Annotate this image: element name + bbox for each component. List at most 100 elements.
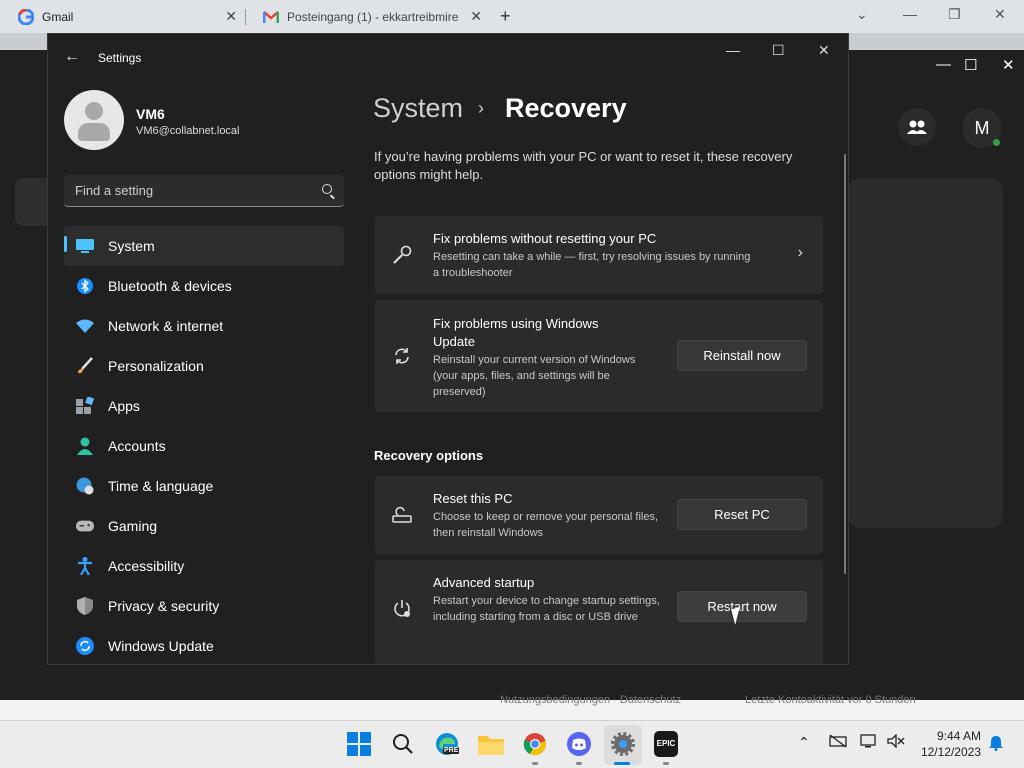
close-icon[interactable]: ✕ (994, 6, 1006, 23)
accessibility-icon (76, 557, 94, 575)
close-icon[interactable]: ✕ (225, 8, 237, 25)
chevron-right-icon[interactable]: › (798, 244, 803, 262)
clock-time[interactable]: 9:44 AM (936, 729, 981, 743)
card-description: Resetting can take a while — first, try … (433, 251, 751, 279)
edge-browser-icon[interactable]: PRE (434, 731, 460, 757)
maximize-icon[interactable]: ☐ (772, 42, 785, 59)
sidebar-item-privacy[interactable]: Privacy & security (64, 586, 344, 626)
background-panel (848, 178, 1003, 528)
sidebar-item-system[interactable]: System (64, 226, 344, 266)
chevron-up-icon[interactable]: ⌃ (798, 734, 810, 751)
sidebar-item-personalization[interactable]: Personalization (64, 346, 344, 386)
breadcrumb-separator: › (478, 98, 484, 118)
footer-links[interactable]: Nutzungsbedingungen · Datenschutz (500, 694, 681, 706)
sidebar-item-time-language[interactable]: Time & language (64, 466, 344, 506)
edge-badge: PRE (443, 747, 460, 754)
minimize-icon[interactable]: — (726, 42, 740, 58)
gmail-icon (263, 9, 279, 25)
system-icon (76, 237, 94, 255)
sidebar-item-accessibility[interactable]: Accessibility (64, 546, 344, 586)
close-icon[interactable]: ✕ (1002, 56, 1015, 74)
sidebar-item-label: Gaming (108, 518, 158, 534)
new-tab-button[interactable]: + (500, 6, 511, 27)
network-icon[interactable] (829, 734, 847, 751)
sidebar-item-label: Bluetooth & devices (108, 278, 232, 294)
avatar[interactable]: M (962, 108, 1002, 148)
display-icon[interactable] (860, 734, 878, 751)
epic-games-icon[interactable]: EPIC (654, 731, 678, 757)
browser-tab-strip: Gmail ✕ Posteingang (1) - ekkartreibmire… (0, 0, 1024, 33)
browser-tab-gmail[interactable]: Gmail ✕ (0, 0, 245, 33)
wifi-icon (76, 317, 94, 335)
sidebar-item-network[interactable]: Network & internet (64, 306, 344, 346)
search-icon[interactable] (390, 731, 416, 757)
breadcrumb-parent[interactable]: System (373, 93, 463, 124)
search-input[interactable] (64, 175, 344, 206)
chevron-down-icon[interactable]: ⌄ (856, 6, 868, 23)
avatar-letter: M (974, 117, 990, 138)
sidebar-item-label: Accessibility (108, 558, 185, 574)
card-description: Choose to keep or remove your personal f… (433, 511, 659, 539)
taskbar-indicator-discord (576, 762, 582, 765)
windows-update-repair-card: Fix problems using Windows Update Reinst… (375, 300, 823, 412)
reset-pc-button[interactable]: Reset PC (677, 499, 807, 530)
advanced-startup-icon (391, 598, 413, 620)
title-bar: ← Settings — ☐ ✕ (48, 34, 848, 82)
close-icon[interactable]: ✕ (818, 42, 830, 59)
advanced-startup-card: Advanced startup Restart your device to … (375, 560, 823, 664)
profile-email: VM6@collabnet.local (136, 125, 240, 137)
taskbar-indicator-chrome (532, 762, 538, 765)
avatar[interactable] (64, 90, 124, 150)
search-box (64, 175, 344, 207)
card-description: Reinstall your current version of Window… (433, 354, 636, 398)
reinstall-now-button[interactable]: Reinstall now (677, 340, 807, 371)
minimize-icon[interactable]: — (903, 6, 917, 22)
sidebar-item-label: Windows Update (108, 638, 214, 654)
scrollbar[interactable] (844, 154, 846, 574)
apps-icon (76, 397, 94, 415)
sidebar-item-label: System (108, 238, 155, 254)
people-icon[interactable] (898, 108, 936, 146)
settings-gear-icon[interactable] (610, 731, 636, 757)
notification-bell-icon[interactable] (988, 735, 1004, 754)
shield-icon (76, 597, 94, 615)
avatar-head (85, 102, 103, 120)
volume-muted-icon[interactable] (887, 733, 905, 751)
update-icon (76, 637, 94, 655)
card-title: Fix problems without resetting your PC (433, 231, 657, 246)
google-icon (18, 8, 34, 25)
sidebar-nav: System Bluetooth & devices Network & int… (64, 226, 344, 664)
browser-tab-posteingang[interactable]: Posteingang (1) - ekkartreibmire ✕ (245, 0, 490, 33)
minimize-icon[interactable]: — (936, 56, 951, 73)
sync-icon (391, 345, 413, 367)
accounts-icon (76, 437, 94, 455)
close-icon[interactable]: ✕ (470, 8, 482, 25)
windows-start-icon[interactable] (346, 731, 372, 757)
card-title: Fix problems using Windows Update (433, 316, 599, 349)
sidebar-item-label: Apps (108, 398, 140, 414)
back-arrow-icon[interactable]: ← (64, 48, 80, 66)
sidebar-item-gaming[interactable]: Gaming (64, 506, 344, 546)
search-icon[interactable] (322, 184, 332, 194)
card-title: Advanced startup (433, 575, 535, 590)
sidebar-item-apps[interactable]: Apps (64, 386, 344, 426)
chrome-icon[interactable] (522, 731, 548, 757)
sidebar-item-windows-update[interactable]: Windows Update (64, 626, 344, 664)
card-title: Reset this PC (433, 491, 513, 506)
online-status-dot (993, 139, 1000, 146)
clock-date[interactable]: 12/12/2023 (918, 745, 981, 759)
file-explorer-icon[interactable] (478, 731, 504, 757)
maximize-icon[interactable]: ☐ (964, 56, 977, 74)
restore-icon[interactable]: ❐ (948, 6, 961, 23)
reset-pc-card: Reset this PC Choose to keep or remove y… (375, 476, 823, 554)
troubleshoot-card[interactable]: Fix problems without resetting your PC R… (375, 216, 823, 294)
sidebar-item-bluetooth[interactable]: Bluetooth & devices (64, 266, 344, 306)
reset-pc-icon (391, 504, 413, 526)
sidebar-item-label: Privacy & security (108, 598, 220, 614)
discord-icon[interactable] (566, 731, 592, 757)
sidebar-item-accounts[interactable]: Accounts (64, 426, 344, 466)
epic-label: EPIC (656, 739, 676, 748)
taskbar-indicator-epic (663, 762, 669, 765)
profile-name: VM6 (136, 106, 165, 122)
wrench-icon (391, 244, 413, 266)
